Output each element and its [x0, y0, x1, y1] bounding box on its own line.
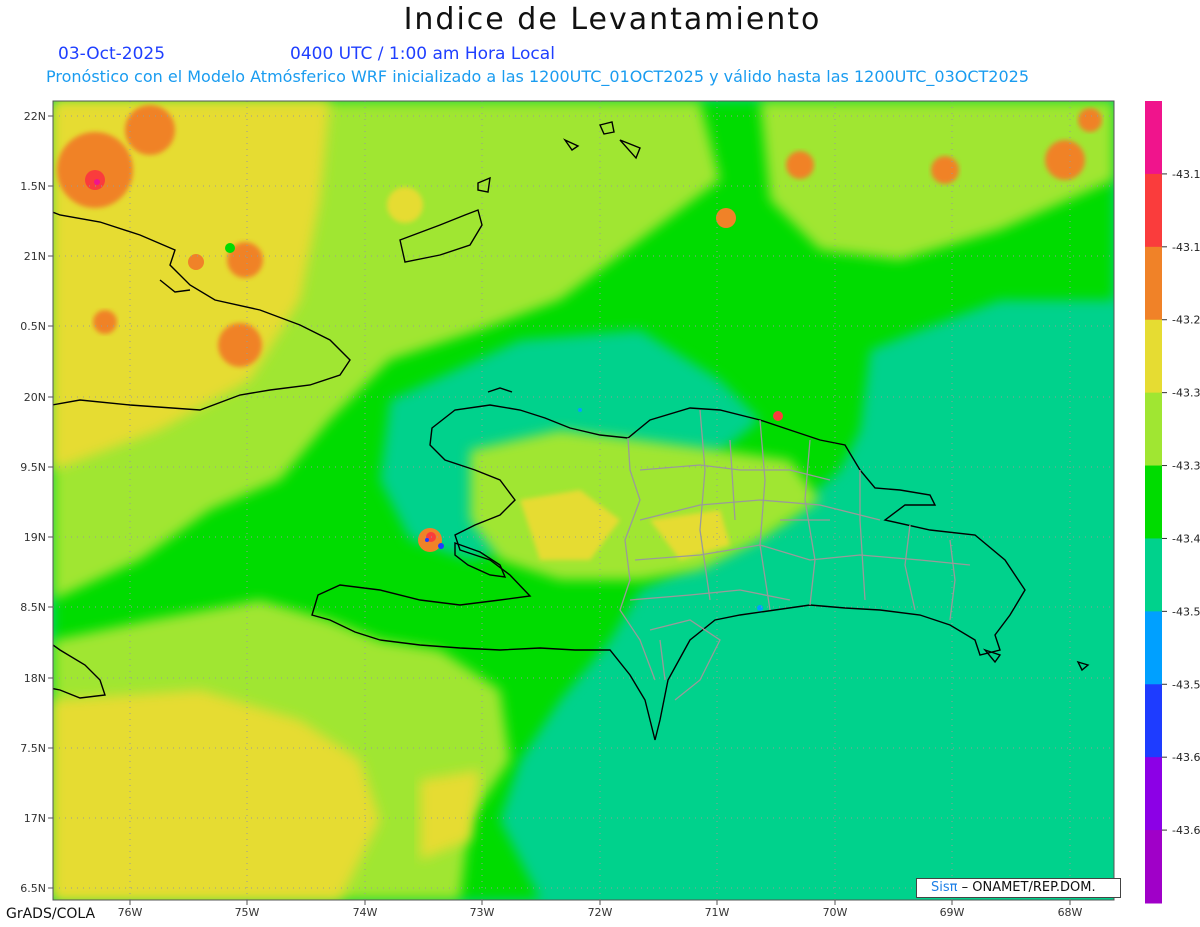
colorbar-label: -43.2 [1172, 314, 1200, 327]
colorbar: -43.1 -43.1 -43.2 -43.3 -43.3 -43.4 -43.5 -43.5… [1145, 101, 1200, 904]
lat-label: 22N [24, 110, 46, 123]
forecast-date: 03-Oct-2025 [58, 44, 166, 64]
lon-label: 75W [235, 906, 260, 919]
credit-box: Sisπ – ONAMET/REP.DOM. [916, 878, 1121, 898]
latitude-labels: 22N 1.5N 21N 0.5N 20N 9.5N 19N 8.5N 18N … [20, 110, 46, 895]
lat-label: 8.5N [20, 601, 46, 614]
lat-label: 1.5N [20, 180, 46, 193]
lon-label: 71W [705, 906, 730, 919]
colorbar-label: -43.3 [1172, 460, 1200, 473]
colorbar-swatch [1145, 684, 1162, 758]
lon-label: 70W [823, 906, 848, 919]
colorbar-swatch [1145, 319, 1162, 394]
colorbar-swatch [1145, 101, 1162, 175]
lat-label: 21N [24, 250, 46, 263]
longitude-labels: 76W 75W 74W 73W 72W 71W 70W 69W 68W [118, 906, 1083, 919]
colorbar-swatch [1145, 246, 1162, 321]
colorbar-label: -43.5 [1172, 605, 1200, 618]
colorbar-swatch [1145, 392, 1162, 467]
lon-label: 68W [1058, 906, 1083, 919]
colorbar-label: -43.5 [1172, 678, 1200, 691]
lat-label: 0.5N [20, 320, 46, 333]
colorbar-label: -43.6 [1172, 824, 1200, 837]
lon-label: 74W [353, 906, 378, 919]
lat-label: 9.5N [20, 461, 46, 474]
lat-label: 20N [24, 391, 46, 404]
colorbar-swatch [1145, 538, 1162, 612]
lat-label: 17N [24, 812, 46, 825]
colorbar-swatch [1145, 830, 1162, 904]
colorbar-swatch [1145, 173, 1162, 248]
model-description: Pronóstico con el Modelo Atmósferico WRF… [46, 67, 1030, 86]
lat-label: 19N [24, 531, 46, 544]
map-title: Indice de Levantamiento [403, 2, 822, 37]
map-canvas: 22N 1.5N 21N 0.5N 20N 9.5N 19N 8.5N 18N … [20, 100, 1200, 919]
lat-label: 7.5N [20, 742, 46, 755]
lon-label: 69W [940, 906, 965, 919]
software-credit: GrADS/COLA [6, 906, 96, 922]
colorbar-swatch [1145, 611, 1162, 685]
colorbar-label: -43.4 [1172, 532, 1200, 545]
colorbar-swatch [1145, 757, 1162, 831]
colorbar-swatch [1145, 465, 1162, 539]
colorbar-label: -43.1 [1172, 241, 1200, 254]
colorbar-label: -43.3 [1172, 387, 1200, 400]
onamet-credit: – ONAMET/REP.DOM. [961, 880, 1096, 895]
lifted-index-field [53, 101, 1114, 900]
colorbar-label: -43.6 [1172, 751, 1200, 764]
lat-label: 6.5N [20, 882, 46, 895]
lon-label: 76W [118, 906, 143, 919]
lon-label: 72W [588, 906, 613, 919]
sis-logo-text: Sisπ [931, 880, 958, 895]
forecast-time: 0400 UTC / 1:00 am Hora Local [290, 44, 555, 64]
lon-label: 73W [470, 906, 495, 919]
colorbar-label: -43.1 [1172, 168, 1200, 181]
lat-label: 18N [24, 672, 46, 685]
